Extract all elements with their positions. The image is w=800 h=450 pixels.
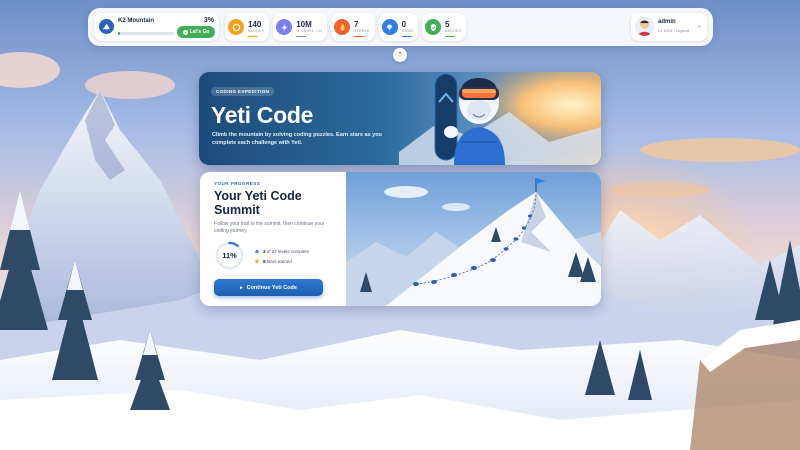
- chevron-down-icon: ⌄: [696, 23, 702, 29]
- stat-value: 0: [401, 20, 407, 29]
- stat-xp[interactable]: 10M 10 LEVEL - 30: [273, 13, 328, 41]
- lightning-icon: [276, 19, 293, 35]
- progress-card: YOUR PROGRESS Your Yeti Code Summit Foll…: [200, 172, 601, 306]
- star-icon: [254, 258, 260, 264]
- profile-subtitle: Lv 1013 · Legend: [658, 28, 690, 33]
- stars-text: stars earned: [266, 258, 292, 264]
- levels-text: of 27 levels complete: [266, 248, 310, 254]
- stat-coins[interactable]: 140 BADGES: [225, 13, 270, 41]
- continue-button[interactable]: ▸ Continue Yeti Code: [214, 279, 323, 296]
- stat-label: STREAK: [354, 29, 370, 33]
- level-progress-percent: 3%: [203, 17, 214, 24]
- continue-button-label: Continue Yeti Code: [246, 284, 297, 291]
- stat-value: 5: [445, 20, 450, 29]
- progress-card-info: YOUR PROGRESS Your Yeti Code Summit Foll…: [200, 172, 346, 306]
- coin-icon: [228, 19, 244, 35]
- level-name: K2 Mountain: [118, 18, 154, 24]
- stat-label: GEMS: [401, 29, 414, 33]
- profile-name: admin: [658, 19, 676, 25]
- stat-value: 10M: [296, 20, 312, 29]
- mountain-icon: [254, 249, 260, 253]
- level-progress-bar: [118, 32, 174, 35]
- progress-description: Follow your trail to the summit, then co…: [214, 221, 325, 234]
- stat-value: 140: [248, 20, 262, 29]
- diamond-icon: [381, 19, 398, 35]
- progress-percent: 11%: [222, 251, 237, 260]
- hero-illustration: [399, 72, 601, 165]
- stat-gems[interactable]: 0 GEMS: [378, 13, 419, 41]
- stat-streak[interactable]: 7 STREAK: [331, 13, 375, 41]
- hero-banner: CODING EXPEDITION Yeti Code Climb the mo…: [199, 72, 601, 165]
- play-icon: [182, 29, 188, 35]
- summit-trail-illustration: [346, 172, 601, 306]
- chevron-up-icon: ⌃: [397, 52, 403, 59]
- progress-title: Your Yeti Code Summit: [214, 189, 302, 217]
- levels-count: 3: [263, 248, 266, 254]
- shield-check-icon: [425, 19, 442, 35]
- play-icon: ▸: [240, 284, 243, 291]
- collapse-toggle-button[interactable]: ⌃: [393, 48, 407, 62]
- mountain-icon: [99, 19, 114, 34]
- stat-value: 7: [354, 20, 359, 29]
- top-bar: K2 Mountain 3% Let's Go 140 BADGES 10M 1…: [88, 8, 713, 46]
- hero-badge: CODING EXPEDITION: [211, 87, 275, 96]
- stars-earned: 9 stars earned: [254, 258, 292, 264]
- profile-menu[interactable]: admin Lv 1013 · Legend ⌄: [631, 13, 707, 41]
- stars-count: 9: [263, 258, 266, 264]
- level-card[interactable]: K2 Mountain 3% Let's Go: [94, 13, 219, 41]
- stat-label: BADGES: [445, 29, 462, 33]
- lets-go-button[interactable]: Let's Go: [177, 26, 215, 38]
- stat-label: BADGES: [248, 29, 265, 33]
- flame-icon: [334, 19, 351, 35]
- level-progress-fill: [118, 32, 120, 35]
- stat-label: 10 LEVEL - 30: [296, 29, 323, 33]
- hero-title: Yeti Code: [211, 102, 314, 128]
- levels-complete: 3 of 27 levels complete: [254, 248, 309, 254]
- progress-eyebrow: YOUR PROGRESS: [214, 181, 261, 186]
- hero-description: Climb the mountain by solving coding puz…: [212, 132, 382, 146]
- avatar: [635, 17, 654, 36]
- lets-go-label: Let's Go: [189, 29, 210, 35]
- stat-badges[interactable]: 5 BADGES: [422, 13, 467, 41]
